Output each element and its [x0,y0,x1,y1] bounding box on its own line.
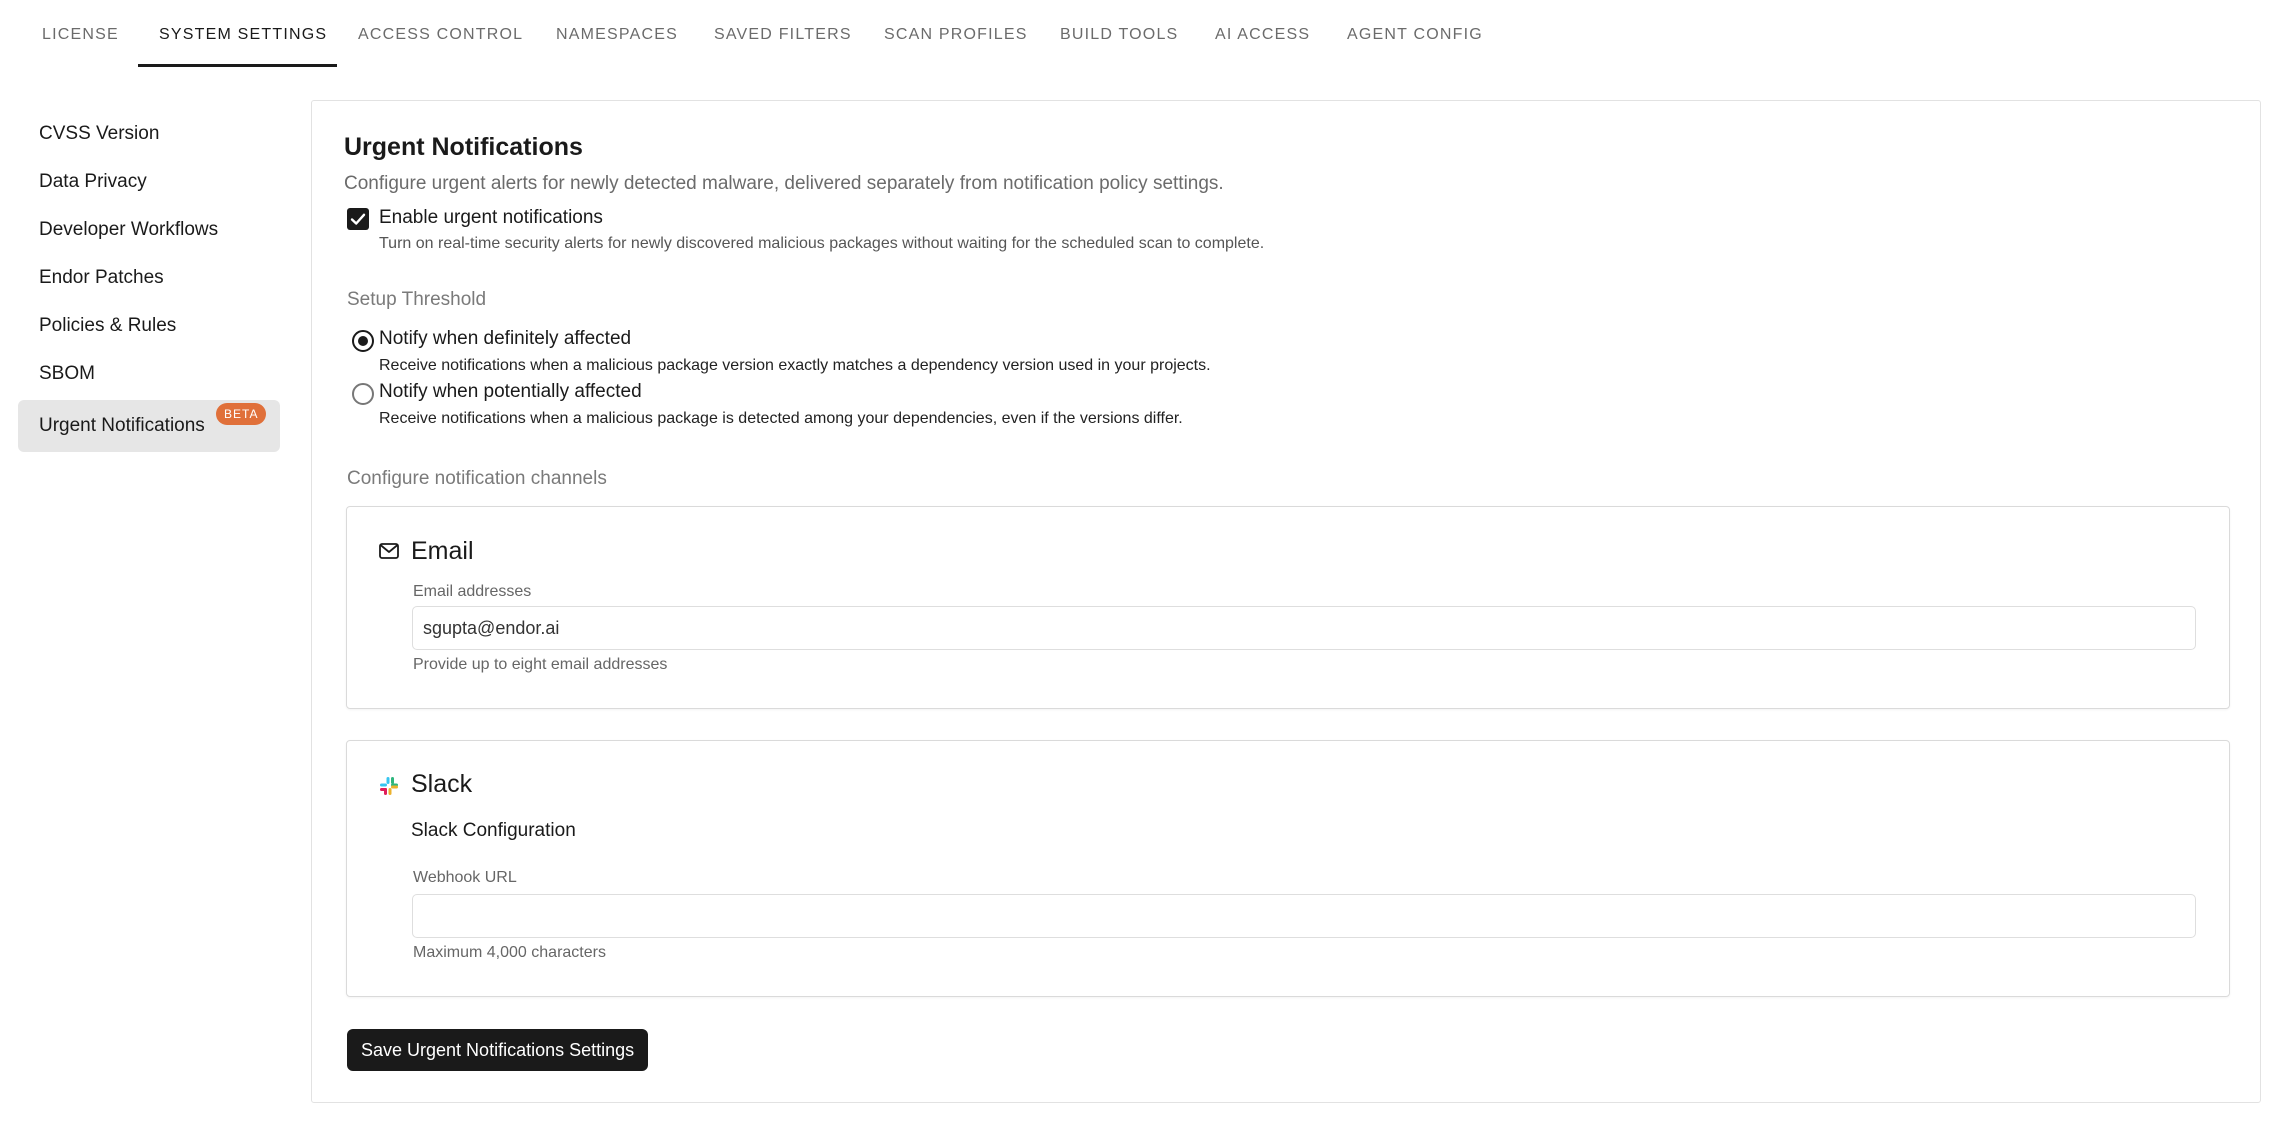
slack-configuration-label: Slack Configuration [411,820,576,841]
beta-badge: BETA [216,403,267,425]
sidebar-item-label: Urgent Notifications [39,415,205,436]
settings-tabs: LICENSE SYSTEM SETTINGS ACCESS CONTROL N… [0,0,2278,68]
sidebar-item-data-privacy[interactable]: Data Privacy [18,158,280,206]
webhook-url-input[interactable] [412,894,2196,938]
urgent-notifications-panel: Urgent Notifications Configure urgent al… [311,100,2261,1103]
save-urgent-notifications-button[interactable]: Save Urgent Notifications Settings [347,1029,649,1071]
enable-urgent-notifications-description: Turn on real-time security alerts for ne… [379,235,1265,252]
mail-icon [379,543,399,559]
enable-urgent-notifications-checkbox[interactable] [347,208,369,230]
active-tab-indicator [138,64,337,67]
email-addresses-input[interactable] [412,606,2196,650]
sidebar-item-urgent-notifications[interactable]: Urgent Notifications BETA [18,400,280,452]
page-subtitle: Configure urgent alerts for newly detect… [344,173,1224,194]
tab-license[interactable]: LICENSE [42,26,119,44]
sidebar-item-policies-rules[interactable]: Policies & Rules [18,302,280,350]
radio-potentially-affected[interactable] [352,383,374,405]
webhook-helper-text: Maximum 4,000 characters [413,944,606,961]
option-definitely-affected-description: Receive notifications when a malicious p… [379,357,1211,374]
channels-label: Configure notification channels [347,468,607,489]
setup-threshold-label: Setup Threshold [347,289,487,310]
tab-agent-config[interactable]: AGENT CONFIG [1347,26,1483,44]
radio-selected-dot [358,336,368,346]
email-card-title: Email [411,537,474,565]
enable-urgent-notifications-label[interactable]: Enable urgent notifications [379,207,603,229]
tab-system-settings[interactable]: SYSTEM SETTINGS [159,26,327,44]
sidebar-item-endor-patches[interactable]: Endor Patches [18,254,280,302]
option-definitely-affected-label[interactable]: Notify when definitely affected [379,328,631,350]
tab-namespaces[interactable]: NAMESPACES [556,26,678,44]
tab-saved-filters[interactable]: SAVED FILTERS [714,26,852,44]
radio-definitely-affected[interactable] [352,330,374,352]
option-potentially-affected-label[interactable]: Notify when potentially affected [379,381,642,403]
tab-build-tools[interactable]: BUILD TOOLS [1060,26,1178,44]
webhook-url-label: Webhook URL [413,869,517,886]
tab-scan-profiles[interactable]: SCAN PROFILES [884,26,1028,44]
sidebar-item-sbom[interactable]: SBOM [18,350,280,398]
tab-ai-access[interactable]: AI ACCESS [1215,26,1310,44]
sidebar-item-cvss-version[interactable]: CVSS Version [18,110,280,158]
email-addresses-label: Email addresses [413,583,532,600]
slack-card-title: Slack [411,770,473,798]
option-potentially-affected-description: Receive notifications when a malicious p… [379,410,1183,427]
check-icon [350,213,366,225]
page-title: Urgent Notifications [344,133,583,161]
email-channel-card: Email Email addresses Provide up to eigh… [346,506,2230,709]
slack-channel-card: Slack Slack Configuration Webhook URL Ma… [346,740,2230,997]
email-helper-text: Provide up to eight email addresses [413,656,668,673]
tab-access-control[interactable]: ACCESS CONTROL [358,26,523,44]
slack-icon [380,777,398,795]
sidebar-item-developer-workflows[interactable]: Developer Workflows [18,206,280,254]
